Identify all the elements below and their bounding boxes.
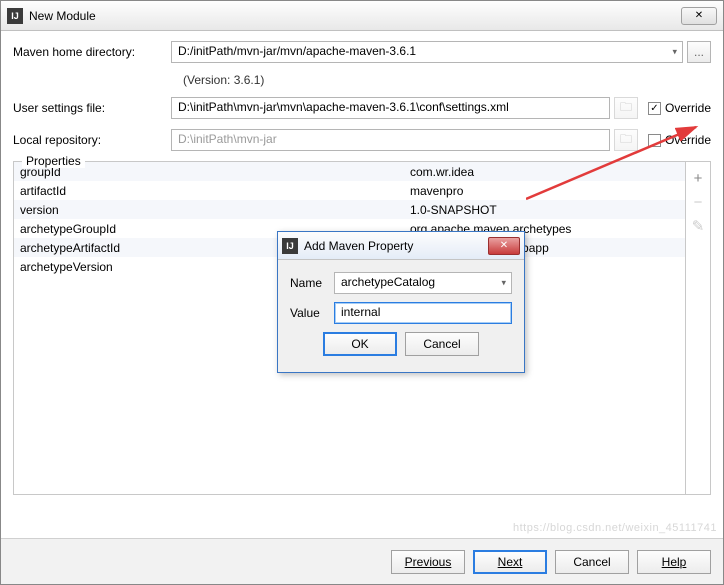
chevron-down-icon: ▾: [501, 278, 506, 289]
maven-home-combo[interactable]: D:/initPath/mvn-jar/mvn/apache-maven-3.6…: [171, 41, 683, 63]
dialog-close-button[interactable]: ✕: [488, 237, 520, 255]
maven-version-text: (Version: 3.6.1): [13, 73, 711, 87]
name-value: archetypeCatalog: [341, 275, 435, 289]
folder-icon: 🗀: [614, 129, 638, 151]
dialog-title: Add Maven Property: [304, 239, 488, 253]
table-row[interactable]: groupIdcom.wr.idea: [14, 162, 685, 181]
name-label: Name: [290, 276, 334, 290]
help-button[interactable]: Help: [637, 550, 711, 574]
window-title: New Module: [29, 9, 681, 23]
table-row[interactable]: version1.0-SNAPSHOT: [14, 200, 685, 219]
next-button[interactable]: Next: [473, 550, 547, 574]
dialog-titlebar: IJ Add Maven Property ✕: [278, 232, 524, 260]
table-row[interactable]: artifactIdmavenpro: [14, 181, 685, 200]
maven-home-label: Maven home directory:: [13, 45, 171, 59]
window-titlebar: IJ New Module ✕: [1, 1, 723, 31]
local-repo-override-checkbox[interactable]: Override: [648, 133, 711, 147]
maven-home-browse-button[interactable]: ...: [687, 41, 711, 63]
user-settings-field[interactable]: D:\initPath\mvn-jar\mvn\apache-maven-3.6…: [171, 97, 610, 119]
cancel-button[interactable]: Cancel: [555, 550, 629, 574]
add-property-button[interactable]: +: [690, 170, 706, 186]
checkbox-box: ✓: [648, 102, 661, 115]
previous-button[interactable]: Previous: [391, 550, 465, 574]
value-value: internal: [341, 305, 380, 319]
user-settings-value: D:\initPath\mvn-jar\mvn\apache-maven-3.6…: [178, 100, 509, 114]
app-icon: IJ: [7, 8, 23, 24]
user-settings-override-checkbox[interactable]: ✓ Override: [648, 101, 711, 115]
override-label: Override: [665, 133, 711, 147]
edit-property-button: ✎: [690, 218, 706, 234]
app-icon: IJ: [282, 238, 298, 254]
ok-button[interactable]: OK: [323, 332, 397, 356]
folder-icon[interactable]: 🗀: [614, 97, 638, 119]
local-repo-field: D:\initPath\mvn-jar: [171, 129, 610, 151]
value-input[interactable]: internal: [334, 302, 512, 324]
local-repo-value: D:\initPath\mvn-jar: [178, 132, 277, 146]
checkbox-box: [648, 134, 661, 147]
window-close-button[interactable]: ✕: [681, 7, 717, 25]
user-settings-label: User settings file:: [13, 101, 171, 115]
override-label: Override: [665, 101, 711, 115]
add-property-dialog: IJ Add Maven Property ✕ Name archetypeCa…: [277, 231, 525, 373]
remove-property-button: −: [690, 194, 706, 210]
watermark-text: https://blog.csdn.net/weixin_45111741: [513, 522, 717, 534]
value-label: Value: [290, 306, 334, 320]
chevron-down-icon: ▾: [672, 47, 677, 58]
name-combo[interactable]: archetypeCatalog ▾: [334, 272, 512, 294]
maven-home-value: D:/initPath/mvn-jar/mvn/apache-maven-3.6…: [178, 44, 416, 58]
local-repo-label: Local repository:: [13, 133, 171, 147]
wizard-footer: Previous Next Cancel Help: [1, 538, 723, 584]
cancel-button[interactable]: Cancel: [405, 332, 479, 356]
properties-side-toolbar: + − ✎: [686, 162, 710, 494]
properties-title: Properties: [22, 154, 85, 168]
